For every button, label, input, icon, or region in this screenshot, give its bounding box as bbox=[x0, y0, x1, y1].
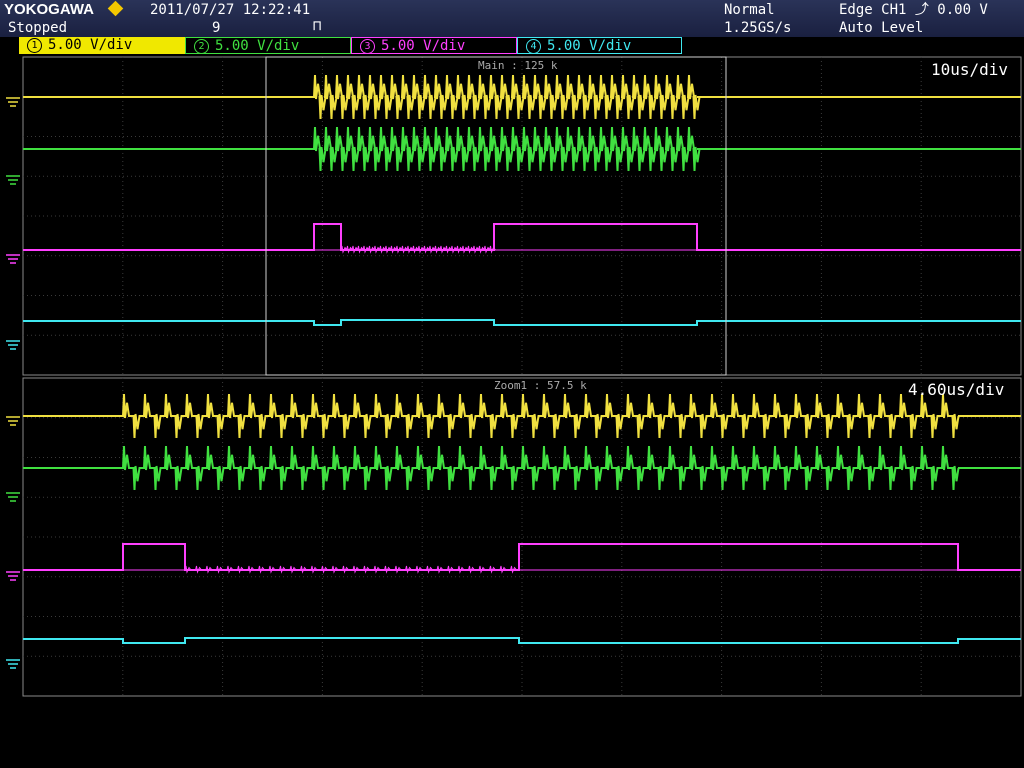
main-timebase: 10us/div bbox=[931, 60, 1009, 79]
main-panel bbox=[23, 74, 1021, 326]
main-panel-ch4-trace bbox=[23, 319, 1021, 326]
ground-marker-7-icon bbox=[6, 659, 20, 669]
zoom-panel-ch2-trace bbox=[23, 445, 1021, 491]
ground-marker-1-icon bbox=[6, 175, 20, 185]
ground-marker-6-icon bbox=[6, 571, 20, 581]
waveform-traces bbox=[23, 74, 1021, 644]
zoom-panel-ch1-trace bbox=[23, 393, 1021, 439]
ground-marker-4-icon bbox=[6, 416, 20, 426]
ground-marker-2-icon bbox=[6, 254, 20, 264]
main-record-label: Main : 125 k bbox=[478, 59, 558, 72]
zoom-record-label: Zoom1 : 57.5 k bbox=[494, 379, 587, 392]
ground-marker-5-icon bbox=[6, 492, 20, 502]
ground-marker-3-icon bbox=[6, 340, 20, 350]
ground-markers bbox=[6, 97, 20, 669]
zoom-timebase: 4.60us/div bbox=[908, 380, 1005, 399]
ground-marker-0-icon bbox=[6, 97, 20, 107]
